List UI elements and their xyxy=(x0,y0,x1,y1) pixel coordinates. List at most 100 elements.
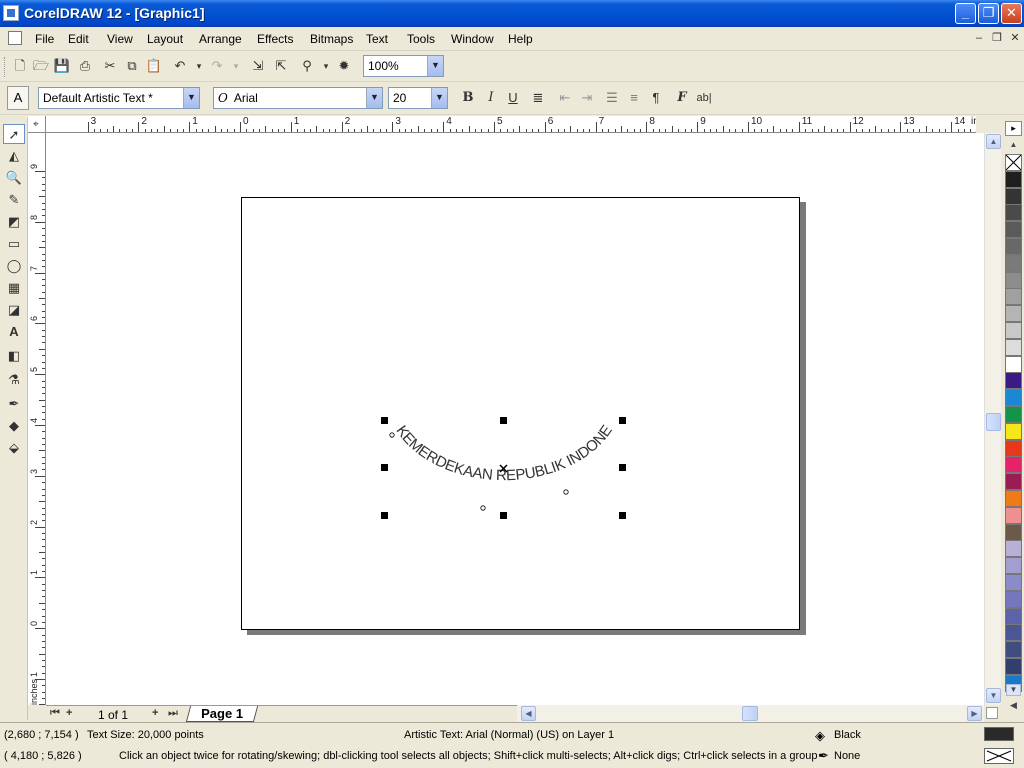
selection-handle[interactable] xyxy=(381,464,388,471)
chevron-down-icon[interactable]: ▼ xyxy=(183,88,199,108)
chevron-down-icon[interactable]: ▼ xyxy=(427,56,443,76)
eyedropper-tool-icon[interactable]: ⚗ xyxy=(3,370,25,390)
style-select[interactable]: Default Artistic Text * ▼ xyxy=(38,87,200,109)
bullet-list-icon[interactable]: ☰ xyxy=(602,88,622,108)
color-swatch[interactable] xyxy=(1005,456,1022,474)
color-swatch[interactable] xyxy=(1005,422,1022,440)
color-swatch[interactable] xyxy=(1005,322,1022,339)
launcher-dropdown-icon[interactable]: ▾ xyxy=(316,56,336,76)
pick-tool-icon[interactable]: ➚ xyxy=(3,124,25,144)
new-icon[interactable]: 🗋 xyxy=(10,56,30,76)
increase-indent-icon[interactable]: ⇥ xyxy=(577,88,597,108)
palette-options-icon[interactable]: ▸ xyxy=(1005,121,1022,136)
color-swatch[interactable] xyxy=(1005,574,1022,591)
doc-restore-icon[interactable]: ❐ xyxy=(990,31,1004,45)
freehand-tool-icon[interactable]: ✎ xyxy=(3,190,25,210)
zoom-level-select[interactable]: 100% ▼ xyxy=(363,55,444,77)
import-icon[interactable]: ⇲ xyxy=(248,56,268,76)
outline-none-swatch[interactable] xyxy=(984,748,1014,764)
menu-text[interactable]: Text xyxy=(366,32,388,46)
paragraph-icon[interactable]: ¶ xyxy=(646,88,666,108)
decrease-indent-icon[interactable]: ⇤ xyxy=(555,88,575,108)
scroll-up-icon[interactable]: ▲ xyxy=(986,134,1001,149)
toolbar-grip[interactable] xyxy=(4,57,7,77)
menu-arrange[interactable]: Arrange xyxy=(199,32,242,46)
menu-window[interactable]: Window xyxy=(451,32,494,46)
color-swatch[interactable] xyxy=(1005,238,1022,255)
ellipse-tool-icon[interactable]: ◯ xyxy=(3,256,25,276)
fill-tool-icon[interactable]: ◆ xyxy=(3,416,25,436)
menu-edit[interactable]: Edit xyxy=(68,32,89,46)
selection-handle[interactable] xyxy=(381,417,388,424)
selection-handle[interactable] xyxy=(500,512,507,519)
edit-text-icon[interactable]: ab| xyxy=(694,88,714,108)
color-swatch[interactable] xyxy=(1005,557,1022,575)
color-swatch[interactable] xyxy=(1005,355,1022,373)
text-style-icon[interactable]: A xyxy=(7,86,29,110)
color-swatch[interactable] xyxy=(1005,254,1022,272)
selection-handle[interactable] xyxy=(500,417,507,424)
text-node-start[interactable] xyxy=(389,432,395,438)
menu-help[interactable]: Help xyxy=(508,32,533,46)
scroll-right-icon[interactable]: ▶ xyxy=(967,706,982,721)
paste-icon[interactable]: 📋 xyxy=(144,56,164,76)
selection-handle[interactable] xyxy=(619,417,626,424)
color-swatch[interactable] xyxy=(1005,305,1022,323)
doc-minimize-icon[interactable]: – xyxy=(972,31,986,45)
rectangle-tool-icon[interactable]: ▭ xyxy=(3,234,25,254)
color-swatch[interactable] xyxy=(1005,607,1022,625)
selection-handle[interactable] xyxy=(381,512,388,519)
menu-layout[interactable]: Layout xyxy=(147,32,183,46)
close-button[interactable]: ✕ xyxy=(1001,3,1022,24)
format-text-icon[interactable]: F xyxy=(672,88,692,108)
color-swatch[interactable] xyxy=(1005,523,1022,541)
save-icon[interactable]: 💾 xyxy=(52,56,72,76)
font-size-select[interactable]: 20 ▼ xyxy=(388,87,448,109)
color-swatch[interactable] xyxy=(1005,641,1022,659)
horizontal-scrollbar[interactable]: ◀ ▶ xyxy=(517,705,984,722)
document-icon[interactable] xyxy=(8,31,22,45)
scroll-down-icon[interactable]: ▼ xyxy=(986,688,1001,703)
drop-cap-icon[interactable]: ≡ xyxy=(624,88,644,108)
chevron-down-icon[interactable]: ▼ xyxy=(366,88,382,108)
text-tool-icon[interactable]: A xyxy=(3,322,25,342)
selection-handle[interactable] xyxy=(619,464,626,471)
palette-scroll-down-icon[interactable]: ▼ xyxy=(1006,684,1021,696)
zoom-tool-icon[interactable]: 🔍 xyxy=(3,168,25,188)
color-swatch[interactable] xyxy=(1005,540,1022,558)
doc-close-icon[interactable]: ✕ xyxy=(1008,31,1022,45)
vertical-ruler[interactable]: 9 8 7 6 5 4 3 2 1 0 1 inches xyxy=(28,133,46,705)
color-swatch[interactable] xyxy=(1005,187,1022,205)
palette-expand-icon[interactable]: ◀ xyxy=(1006,700,1021,712)
app-icon[interactable] xyxy=(3,5,19,21)
arc-text-object[interactable]: KEMERDEKAAN REPUBLIK INDONESIA xyxy=(46,133,984,705)
color-swatch[interactable] xyxy=(1005,473,1022,491)
color-swatch[interactable] xyxy=(1005,170,1022,188)
menu-view[interactable]: View xyxy=(107,32,133,46)
restore-button[interactable]: ❐ xyxy=(978,3,999,24)
color-swatch[interactable] xyxy=(1005,590,1022,608)
add-page-before-icon[interactable]: + xyxy=(66,707,72,719)
menu-effects[interactable]: Effects xyxy=(257,32,293,46)
color-swatch[interactable] xyxy=(1005,506,1022,524)
fill-color-swatch[interactable] xyxy=(984,727,1014,741)
interactive-fill-tool-icon[interactable]: ⬙ xyxy=(3,438,25,458)
menu-file[interactable]: File xyxy=(35,32,54,46)
last-page-icon[interactable]: ⏭ xyxy=(168,707,178,720)
polygon-tool-icon[interactable]: ▦ xyxy=(3,278,25,298)
undo-icon[interactable]: ↶ xyxy=(170,56,190,76)
horizontal-scroll-thumb[interactable] xyxy=(742,706,758,721)
chevron-down-icon[interactable]: ▼ xyxy=(431,88,447,108)
ruler-origin-icon[interactable]: ⌖ xyxy=(28,116,46,133)
smart-fill-tool-icon[interactable]: ◩ xyxy=(3,212,25,232)
color-swatch[interactable] xyxy=(1005,406,1022,423)
color-swatch[interactable] xyxy=(1005,490,1022,507)
underline-icon[interactable]: U xyxy=(503,88,523,108)
scroll-left-icon[interactable]: ◀ xyxy=(521,706,536,721)
first-page-icon[interactable]: ⏮ xyxy=(50,707,60,720)
menu-bitmaps[interactable]: Bitmaps xyxy=(310,32,353,46)
font-select[interactable]: O Arial ▼ xyxy=(213,87,383,109)
italic-icon[interactable]: I xyxy=(481,88,501,108)
tab-page-1[interactable]: Page 1 xyxy=(185,706,259,722)
color-swatch[interactable] xyxy=(1005,439,1022,457)
